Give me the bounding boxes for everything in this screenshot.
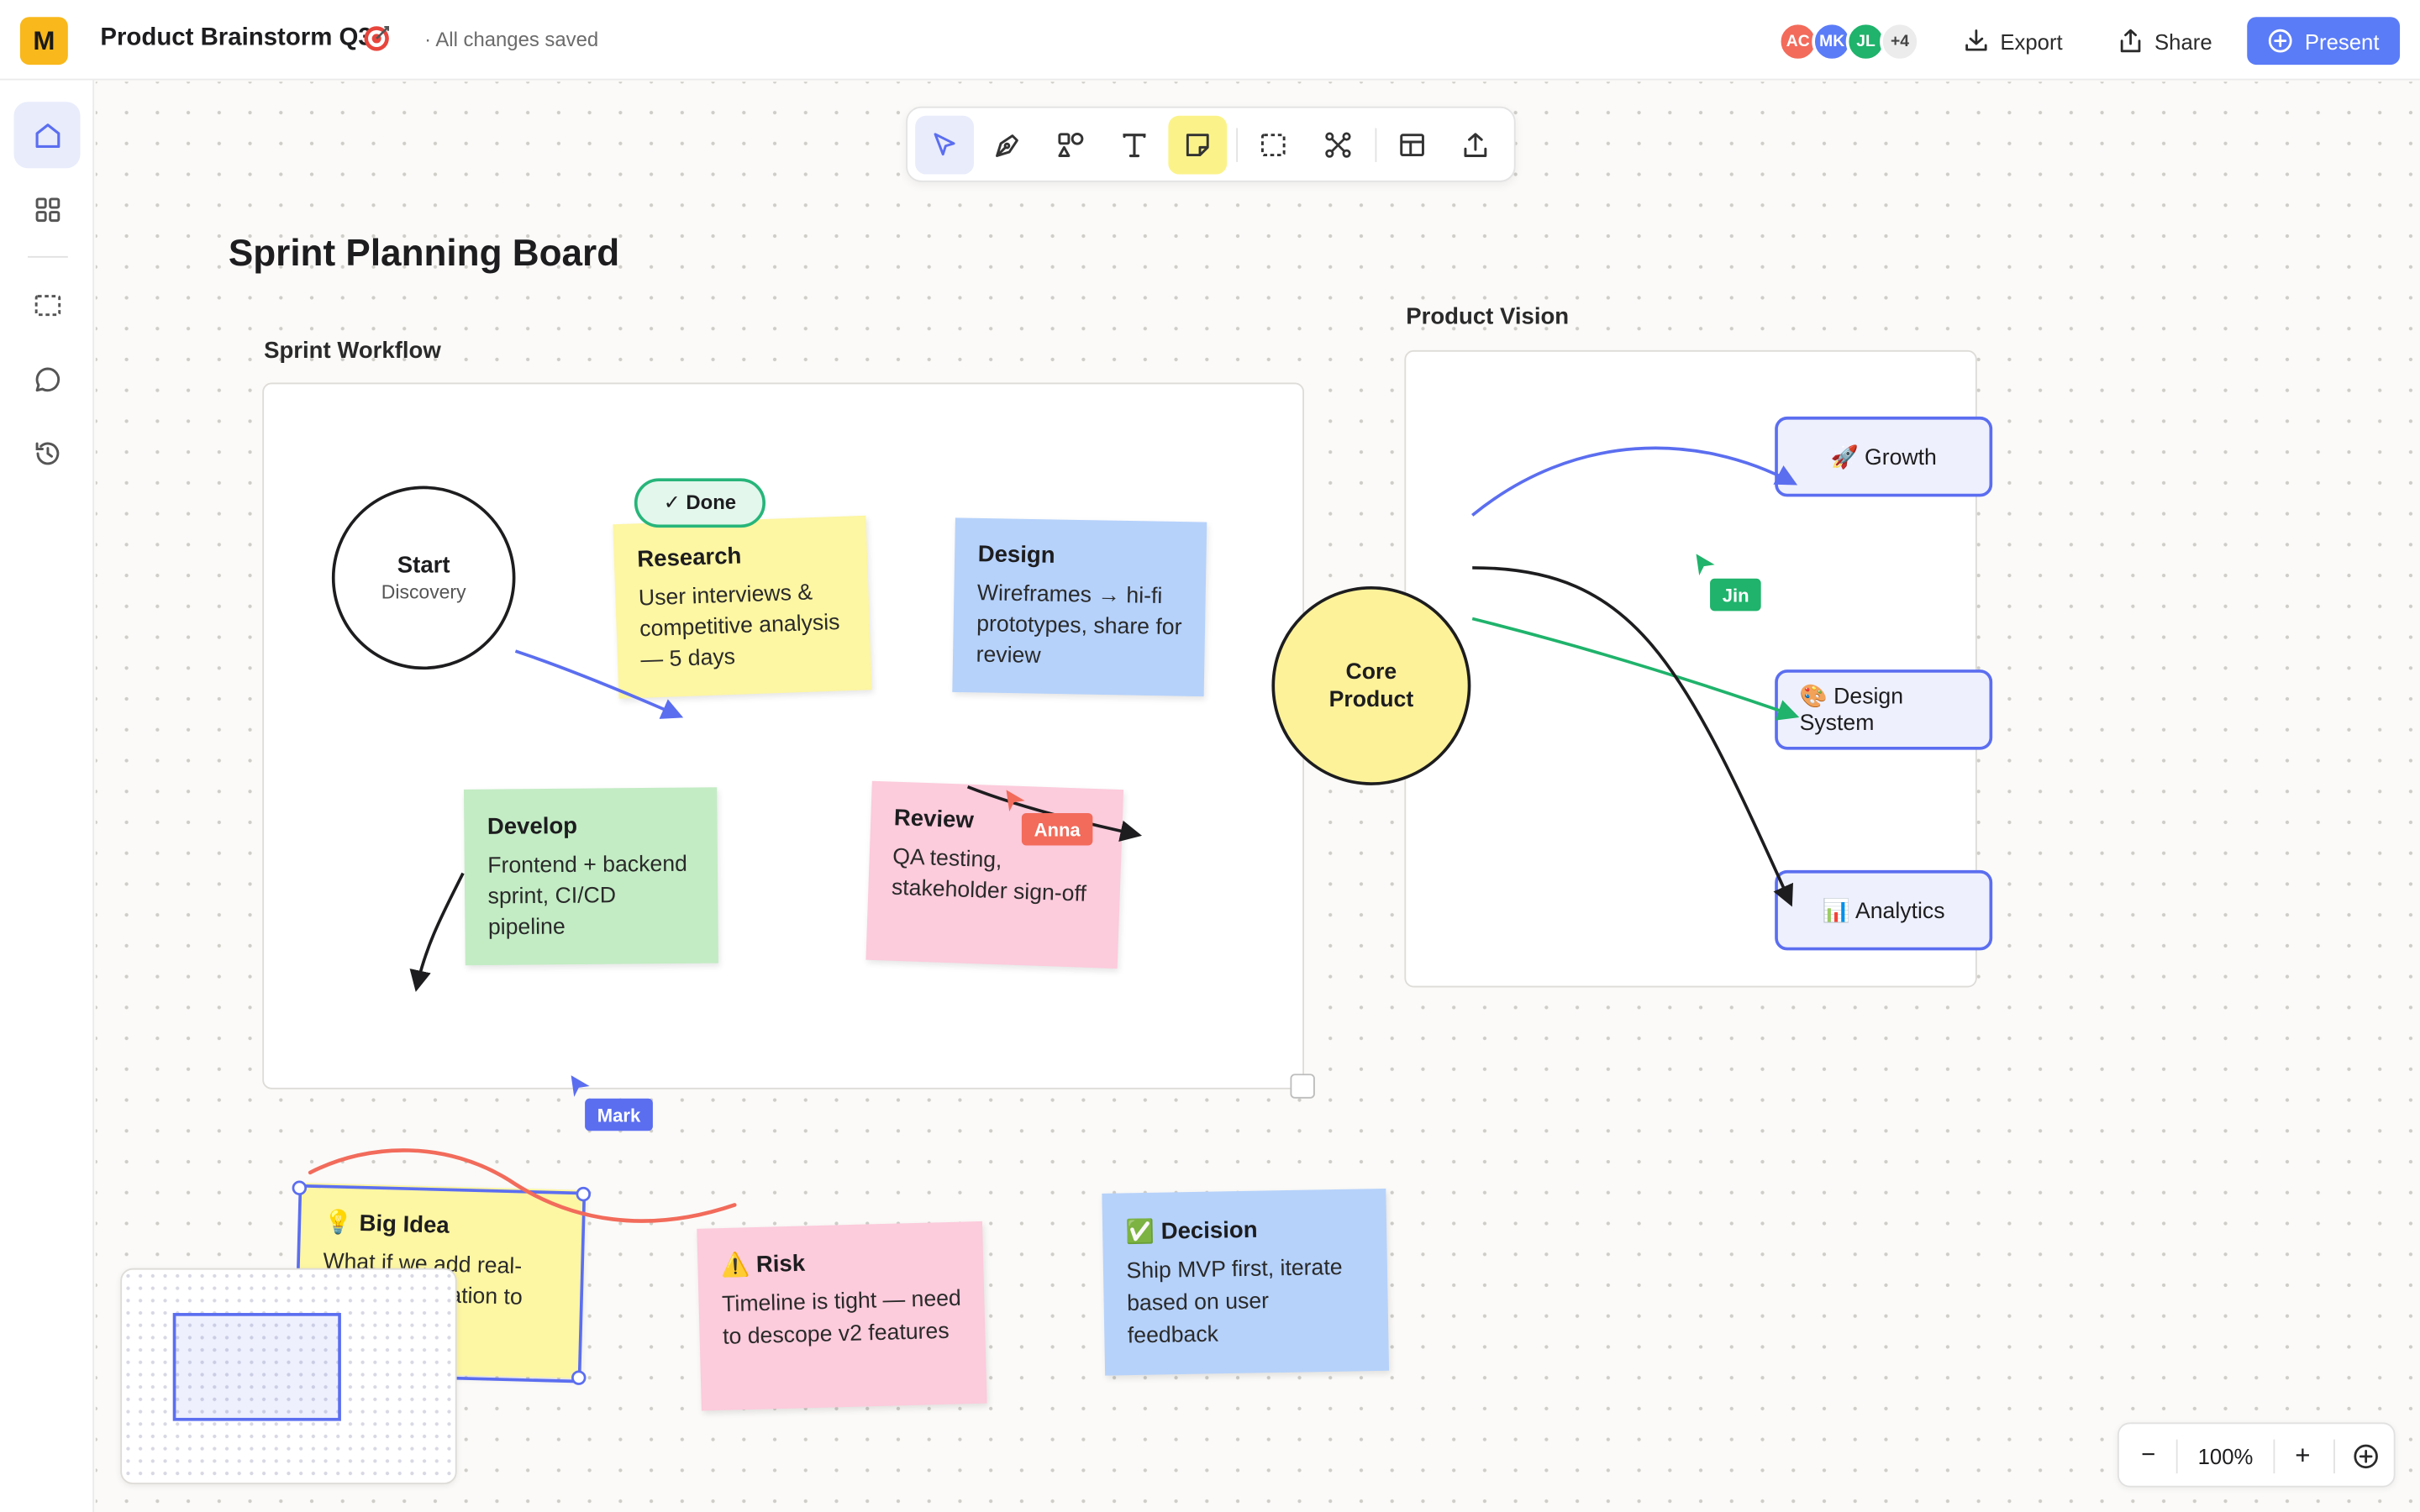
upload-icon xyxy=(1464,133,1487,157)
sidebar-item-frames[interactable] xyxy=(14,271,81,338)
export-label: Export xyxy=(2000,28,2063,54)
frame-icon xyxy=(34,294,60,316)
sidebar-item-history[interactable] xyxy=(14,420,81,486)
sticky-note-design[interactable]: Design Wireframes → hi-fi prototypes, sh… xyxy=(952,517,1207,697)
sticky-title: ✅ Decision xyxy=(1125,1216,1258,1246)
more-collaborators-badge[interactable]: +4 xyxy=(1880,21,1920,62)
sticky-body: Timeline is tight — need to descope v2 f… xyxy=(721,1286,962,1351)
board-title[interactable]: Sprint Planning Board xyxy=(229,233,619,276)
core-product-node[interactable]: Core Product xyxy=(1271,585,1471,785)
vision-node-design-system[interactable]: 🎨 Design System xyxy=(1775,669,1993,750)
zoom-level[interactable]: 100% xyxy=(2178,1424,2274,1488)
sticky-note-decision[interactable]: ✅ Decision Ship MVP first, iterate based… xyxy=(1102,1188,1390,1376)
start-node[interactable]: Start Discovery xyxy=(331,486,516,670)
text-icon xyxy=(1123,134,1146,158)
left-sidebar xyxy=(0,80,95,1512)
document-title[interactable]: Product Brainstorm Q3 xyxy=(100,24,371,52)
present-label: Present xyxy=(2304,28,2380,54)
export-button[interactable]: Export xyxy=(1963,18,2063,63)
start-node-subtitle: Discovery xyxy=(381,581,466,604)
tool-shapes[interactable] xyxy=(1042,116,1101,175)
tool-upload[interactable] xyxy=(1446,116,1505,175)
tool-template[interactable] xyxy=(1383,116,1442,175)
share-icon xyxy=(2120,29,2141,53)
fit-to-screen-button[interactable] xyxy=(2344,1424,2387,1488)
frame-icon xyxy=(1260,134,1286,157)
tool-text[interactable] xyxy=(1105,116,1164,175)
minimap[interactable] xyxy=(120,1268,457,1484)
frame-resize-handle[interactable] xyxy=(1290,1074,1315,1099)
app-logo[interactable]: M xyxy=(19,17,68,66)
sticky-body: User interviews & competitive analysis —… xyxy=(638,580,840,674)
pen-icon xyxy=(996,134,1018,157)
zoom-controls: − 100% + xyxy=(2117,1422,2396,1488)
frame-label-product-vision[interactable]: Product Vision xyxy=(1406,304,1569,330)
cursor-pointer-icon xyxy=(1006,790,1025,812)
cursor-label-mark: Mark xyxy=(585,1098,653,1131)
sidebar-item-comments[interactable] xyxy=(14,345,81,412)
zoom-out-button[interactable]: − xyxy=(2128,1424,2169,1488)
cursor-label-jin: Jin xyxy=(1710,578,1762,612)
history-icon xyxy=(34,441,59,465)
toolbar-divider xyxy=(1236,128,1239,162)
sidebar-item-home[interactable] xyxy=(13,102,81,169)
status-badge-done[interactable]: ✓ Done xyxy=(634,478,766,528)
tool-select[interactable] xyxy=(915,115,974,175)
comment-icon xyxy=(34,366,60,391)
sidebar-item-apps[interactable] xyxy=(14,176,81,242)
tool-frame[interactable] xyxy=(1244,116,1302,175)
sticky-body: Frontend + backend sprint, CI/CD pipelin… xyxy=(487,852,688,941)
tool-connector[interactable] xyxy=(1309,116,1368,175)
target-emoji-icon xyxy=(364,26,390,51)
present-button[interactable]: Present xyxy=(2247,17,2401,66)
toolbar-divider xyxy=(1375,128,1377,162)
save-status: · All changes saved xyxy=(424,28,599,51)
tool-pen[interactable] xyxy=(978,116,1037,175)
play-circle-icon xyxy=(2269,29,2293,53)
sticky-note-develop[interactable]: Develop Frontend + backend sprint, CI/CD… xyxy=(463,787,718,966)
start-node-title: Start xyxy=(397,552,450,579)
drawing-toolbar xyxy=(906,106,1516,182)
layout-template-icon xyxy=(1400,134,1424,157)
sticky-body: QA testing, stakeholder sign-off xyxy=(891,844,1087,908)
share-button[interactable]: Share xyxy=(2118,18,2212,63)
vision-node-analytics[interactable]: 📊 Analytics xyxy=(1775,869,1993,951)
top-bar: M Product Brainstorm Q3 · All changes sa… xyxy=(0,0,2420,81)
zoom-in-button[interactable]: + xyxy=(2282,1424,2323,1488)
sticky-note-icon xyxy=(1186,134,1209,157)
grid-icon xyxy=(34,197,60,222)
sticky-body: Ship MVP first, iterate based on user fe… xyxy=(1126,1255,1343,1349)
tool-sticky-note[interactable] xyxy=(1168,115,1228,175)
sticky-note-risk[interactable]: ⚠️ Risk Timeline is tight — need to desc… xyxy=(697,1221,987,1411)
download-icon xyxy=(1965,29,1987,51)
sticky-title: Develop xyxy=(487,813,578,841)
connector-icon xyxy=(1325,132,1351,158)
target-icon xyxy=(2354,1444,2378,1469)
sticky-body: Wireframes → hi-fi prototypes, share for… xyxy=(976,581,1182,669)
sticky-title: ⚠️ Risk xyxy=(720,1250,806,1279)
vision-node-growth[interactable]: 🚀 Growth xyxy=(1775,416,1993,497)
cursor-label-anna: Anna xyxy=(1021,812,1093,846)
home-icon xyxy=(34,123,60,148)
zoom-divider xyxy=(2333,1439,2335,1474)
sticky-note-research[interactable]: Research User interviews & competitive a… xyxy=(613,515,872,699)
sticky-title: Research xyxy=(636,543,742,574)
zoom-divider xyxy=(2273,1439,2275,1474)
cursor-pointer-icon xyxy=(1696,554,1715,576)
cursor-pointer-icon xyxy=(571,1075,590,1097)
sticky-title: Design xyxy=(977,541,1055,570)
sidebar-divider xyxy=(28,255,68,258)
sticky-note-review[interactable]: Review QA testing, stakeholder sign-off xyxy=(865,780,1124,969)
share-label: Share xyxy=(2154,28,2212,54)
shapes-icon xyxy=(1058,132,1084,157)
minimap-viewport[interactable] xyxy=(172,1313,341,1421)
frame-label-sprint-workflow[interactable]: Sprint Workflow xyxy=(264,338,441,364)
cursor-icon xyxy=(934,133,955,156)
core-product-label: Core Product xyxy=(1328,659,1414,712)
